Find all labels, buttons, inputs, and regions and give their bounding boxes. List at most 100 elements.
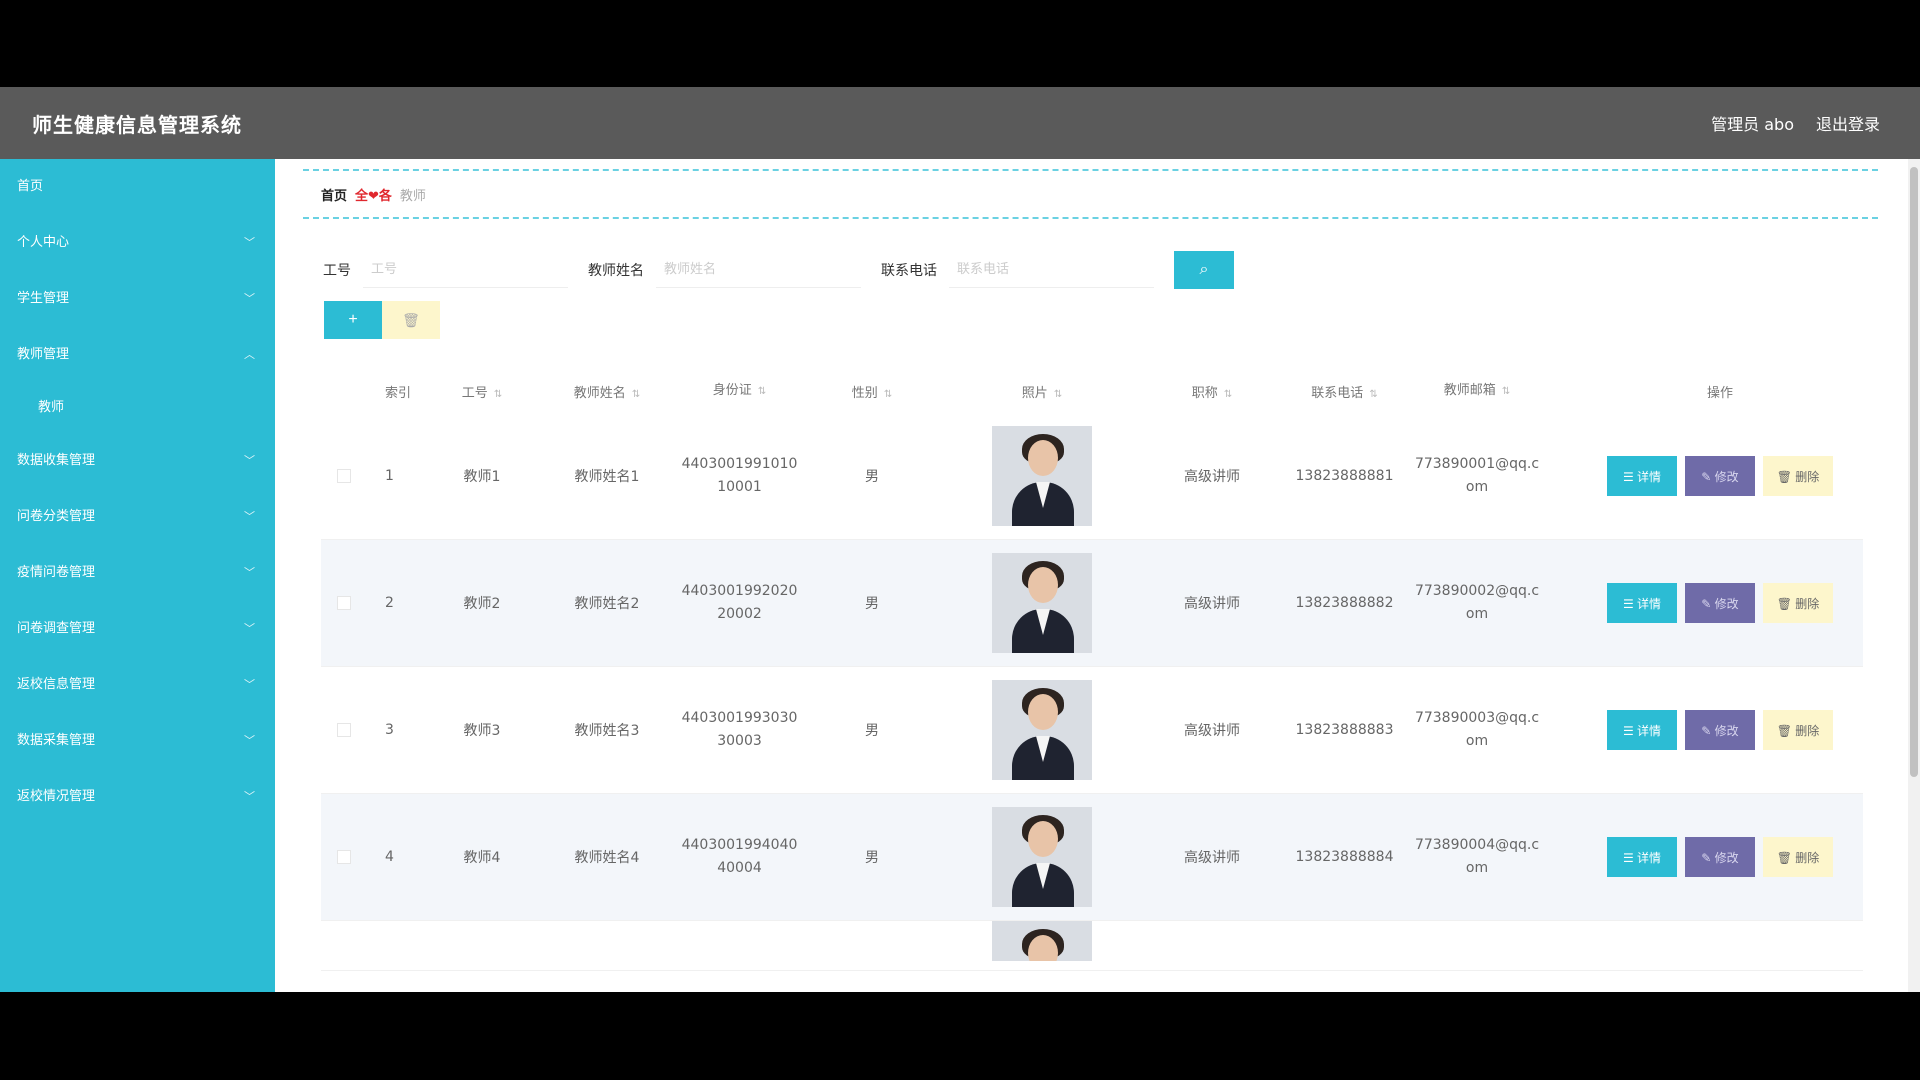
cell-idcard: 440300199202020002 bbox=[681, 583, 798, 622]
header-sex-label: 性别 bbox=[851, 385, 878, 401]
sidebar-item-label: 问卷分类管理 bbox=[17, 509, 96, 524]
search-input-no[interactable] bbox=[363, 252, 568, 288]
detail-button[interactable]: ☰ 详情 bbox=[1607, 837, 1677, 877]
sidebar-item-4[interactable]: 教师 bbox=[0, 383, 275, 433]
header-index-label: 索引 bbox=[385, 385, 412, 401]
header-mail[interactable]: 教师邮箱 ⇅ bbox=[1407, 379, 1547, 403]
search-bar: 工号 教师姓名 联系电话 ⌕ bbox=[323, 250, 1234, 290]
cell-mail: 773890001@qq.com bbox=[1414, 456, 1540, 495]
header-phone-label: 联系电话 bbox=[1311, 385, 1364, 401]
delete-button[interactable]: 🗑 删除 bbox=[1763, 583, 1833, 623]
edit-button[interactable]: ✎ 修改 bbox=[1685, 837, 1755, 877]
header-sex[interactable]: 性别 ⇅ bbox=[802, 382, 942, 401]
sort-icon[interactable]: ⇅ bbox=[1224, 389, 1232, 400]
header-idcard[interactable]: 身份证 ⇅ bbox=[677, 379, 802, 403]
main-content: 首页 全❤各 教师 工号 教师姓名 联系电话 ⌕ + 🗑 索引 工号 ⇅ 教师姓名… bbox=[275, 159, 1905, 992]
header-title-label: 职称 bbox=[1191, 385, 1218, 401]
cell-title: 高级讲师 bbox=[1184, 469, 1240, 485]
sidebar-item-label: 教师管理 bbox=[17, 347, 70, 362]
sidebar-item-3[interactable]: 教师管理 ︿ bbox=[0, 327, 275, 383]
sidebar-item-5[interactable]: 数据收集管理 ﹀ bbox=[0, 433, 275, 489]
delete-button[interactable]: 🗑 删除 bbox=[1763, 837, 1833, 877]
chevron-down-icon: ﹀ bbox=[244, 622, 255, 635]
app-title: 师生健康信息管理系统 bbox=[32, 113, 242, 137]
header-title[interactable]: 职称 ⇅ bbox=[1142, 382, 1282, 401]
delete-button[interactable]: 🗑 删除 bbox=[1763, 456, 1833, 496]
sidebar-item-9[interactable]: 返校信息管理 ﹀ bbox=[0, 657, 275, 713]
cell-name: 教师姓名1 bbox=[574, 469, 640, 485]
header-photo[interactable]: 照片 ⇅ bbox=[942, 382, 1142, 401]
header-name[interactable]: 教师姓名 ⇅ bbox=[537, 382, 677, 401]
search-input-name[interactable] bbox=[656, 252, 861, 288]
sidebar-item-6[interactable]: 问卷分类管理 ﹀ bbox=[0, 489, 275, 545]
table-row: 3 教师3 教师姓名3 440300199303030003 男 高级讲师 13823888… bbox=[321, 667, 1863, 794]
sort-icon[interactable]: ⇅ bbox=[632, 389, 640, 400]
cell-title: 高级讲师 bbox=[1184, 596, 1240, 612]
user-area: 管理员 abo 退出登录 bbox=[1711, 111, 1880, 135]
cell-name: 教师姓名2 bbox=[574, 596, 640, 612]
cell-no: 教师3 bbox=[463, 723, 501, 739]
batch-delete-button[interactable]: 🗑 bbox=[382, 301, 440, 339]
row-checkbox[interactable] bbox=[337, 850, 351, 864]
search-label-phone: 联系电话 bbox=[881, 263, 937, 279]
edit-button[interactable]: ✎ 修改 bbox=[1685, 710, 1755, 750]
sidebar-item-1[interactable]: 个人中心 ﹀ bbox=[0, 215, 275, 271]
search-input-phone[interactable] bbox=[949, 252, 1154, 288]
breadcrumb: 首页 全❤各 教师 bbox=[303, 169, 1878, 219]
sidebar-item-label: 疫情问卷管理 bbox=[17, 565, 96, 580]
sidebar-item-0[interactable]: 首页 bbox=[0, 159, 275, 215]
teacher-photo bbox=[992, 921, 1092, 961]
sort-icon[interactable]: ⇅ bbox=[494, 389, 502, 400]
cell-title: 高级讲师 bbox=[1184, 850, 1240, 866]
chevron-down-icon: ﹀ bbox=[244, 454, 255, 467]
teacher-photo bbox=[992, 807, 1092, 907]
sidebar-item-label: 教师 bbox=[38, 400, 65, 415]
row-checkbox[interactable] bbox=[337, 723, 351, 737]
sidebar-item-label: 数据采集管理 bbox=[17, 733, 96, 748]
add-button[interactable]: + bbox=[324, 301, 382, 339]
logout-link[interactable]: 退出登录 bbox=[1816, 111, 1880, 135]
breadcrumb-home[interactable]: 首页 bbox=[321, 185, 347, 204]
header-ops-label: 操作 bbox=[1706, 385, 1733, 401]
sort-icon[interactable]: ⇅ bbox=[1502, 386, 1510, 397]
cell-mail: 773890003@qq.com bbox=[1414, 710, 1540, 749]
sidebar-item-2[interactable]: 学生管理 ﹀ bbox=[0, 271, 275, 327]
table-body: 1 教师1 教师姓名1 440300199101010001 男高级讲师 13823888… bbox=[321, 413, 1863, 921]
cell-no: 教师1 bbox=[463, 469, 501, 485]
row-checkbox[interactable] bbox=[337, 596, 351, 610]
sort-icon[interactable]: ⇅ bbox=[1369, 389, 1377, 400]
chevron-down-icon: ﹀ bbox=[244, 292, 255, 305]
cell-phone: 13823888884 bbox=[1295, 849, 1394, 865]
sort-icon[interactable]: ⇅ bbox=[1054, 389, 1062, 400]
header-ops: 操作 bbox=[1547, 382, 1863, 401]
detail-button[interactable]: ☰ 详情 bbox=[1607, 456, 1677, 496]
delete-button[interactable]: 🗑 删除 bbox=[1763, 710, 1833, 750]
edit-button[interactable]: ✎ 修改 bbox=[1685, 583, 1755, 623]
edit-button[interactable]: ✎ 修改 bbox=[1685, 456, 1755, 496]
header-no[interactable]: 工号 ⇅ bbox=[427, 382, 537, 401]
row-checkbox[interactable] bbox=[337, 469, 351, 483]
search-label-name: 教师姓名 bbox=[588, 263, 644, 279]
app-window: 师生健康信息管理系统 管理员 abo 退出登录 首页 个人中心 ﹀ 学生管理 ﹀ 教师管理… bbox=[0, 87, 1920, 992]
header-mail-label: 教师邮箱 bbox=[1443, 383, 1496, 398]
search-label-no: 工号 bbox=[323, 263, 351, 279]
detail-button[interactable]: ☰ 详情 bbox=[1607, 710, 1677, 750]
sidebar-item-10[interactable]: 数据采集管理 ﹀ bbox=[0, 713, 275, 769]
sidebar-item-label: 返校信息管理 bbox=[17, 677, 96, 692]
sidebar-item-8[interactable]: 问卷调查管理 ﹀ bbox=[0, 601, 275, 657]
sidebar-item-7[interactable]: 疫情问卷管理 ﹀ bbox=[0, 545, 275, 601]
search-button[interactable]: ⌕ bbox=[1174, 251, 1234, 289]
sort-icon[interactable]: ⇅ bbox=[758, 386, 766, 397]
current-user[interactable]: 管理员 abo bbox=[1711, 111, 1794, 135]
sidebar: 首页 个人中心 ﹀ 学生管理 ﹀ 教师管理 ︿ 教师 数据收集管理 ﹀ 问卷分类管理 ﹀ 疫情问卷管理 ﹀… bbox=[0, 159, 275, 992]
header-phone[interactable]: 联系电话 ⇅ bbox=[1282, 382, 1407, 401]
sidebar-item-label: 个人中心 bbox=[17, 235, 70, 250]
sort-icon[interactable]: ⇅ bbox=[884, 389, 892, 400]
header-photo-label: 照片 bbox=[1021, 385, 1048, 401]
detail-button[interactable]: ☰ 详情 bbox=[1607, 583, 1677, 623]
scrollbar-thumb[interactable] bbox=[1910, 167, 1918, 777]
sidebar-item-11[interactable]: 返校情况管理 ﹀ bbox=[0, 769, 275, 825]
vertical-scrollbar[interactable] bbox=[1908, 159, 1920, 992]
cell-phone: 13823888882 bbox=[1295, 595, 1394, 611]
chevron-down-icon: ﹀ bbox=[244, 236, 255, 249]
